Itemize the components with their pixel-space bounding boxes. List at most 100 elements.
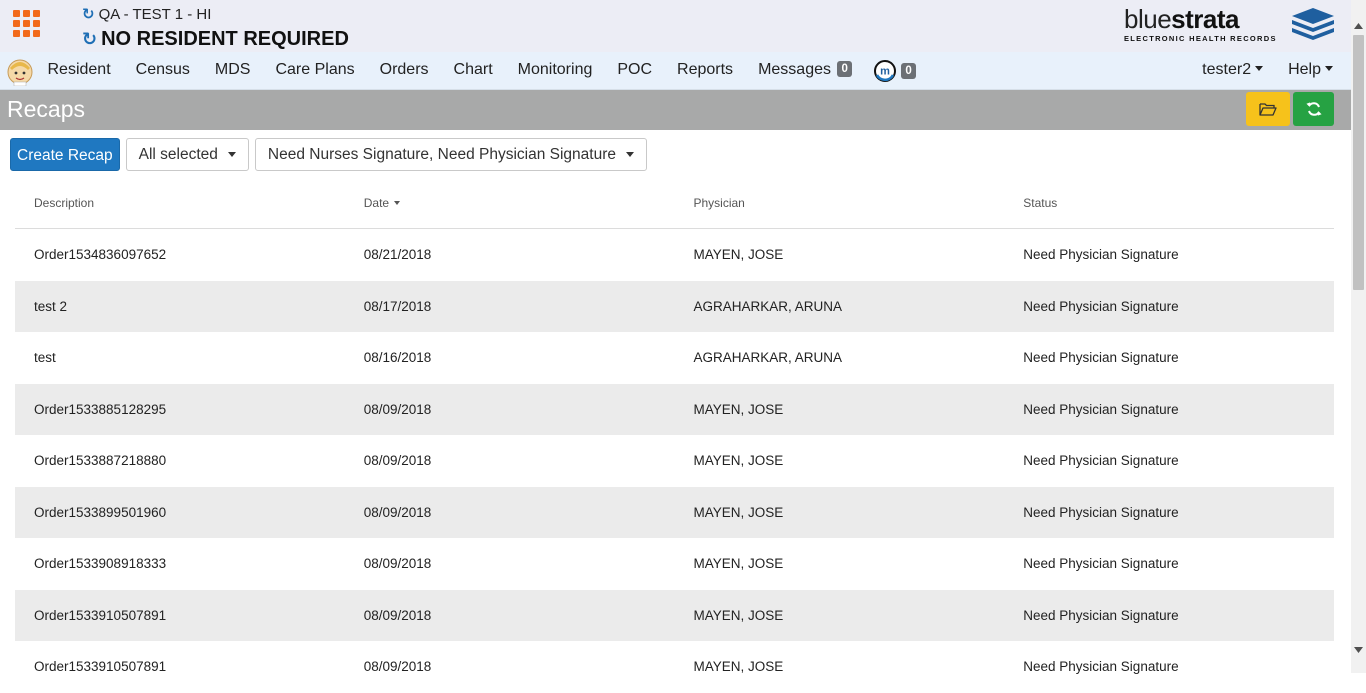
nav-items: Resident Census MDS Care Plans Orders Ch… <box>35 52 926 90</box>
page-title-bar: Recaps <box>0 90 1351 130</box>
nav-reports[interactable]: Reports <box>665 52 746 90</box>
main-navbar: Resident Census MDS Care Plans Orders Ch… <box>0 52 1351 90</box>
cell-status: Need Physician Signature <box>1023 350 1179 366</box>
filter-all-label: All selected <box>138 146 218 163</box>
filter-status-label: Need Nurses Signature, Need Physician Si… <box>267 146 616 163</box>
cell-status: Need Physician Signature <box>1023 659 1179 675</box>
nurse-avatar-icon[interactable] <box>6 56 34 86</box>
table-row[interactable]: Order1533885128295 08/09/2018 MAYEN, JOSE N… <box>15 383 1334 435</box>
cell-status: Need Physician Signature <box>1023 504 1179 520</box>
cell-physician: MAYEN, JOSE <box>693 401 784 417</box>
cell-status: Need Physician Signature <box>1023 247 1179 263</box>
cell-status: Need Physician Signature <box>1023 401 1179 417</box>
table-body: Order1534836097652 08/21/2018 MAYEN, JOSE N… <box>15 229 1334 693</box>
column-header-description[interactable]: Description <box>15 178 345 228</box>
scroll-up-arrow-icon[interactable] <box>1351 18 1366 33</box>
folder-open-icon <box>1259 103 1277 116</box>
messages-count-badge: 0 <box>837 61 852 77</box>
cell-description: Order1533910507891 <box>34 607 167 623</box>
layers-icon <box>1292 8 1334 40</box>
column-header-date[interactable]: Date <box>345 178 675 228</box>
refresh-icon[interactable]: ↻ <box>82 5 95 23</box>
nav-poc[interactable]: POC <box>605 52 665 90</box>
cell-date: 08/21/2018 <box>363 247 432 263</box>
facility-name: QA - TEST 1 - HI <box>98 5 212 23</box>
nav-mds[interactable]: MDS <box>202 52 263 90</box>
refresh-icon <box>1305 102 1322 116</box>
m-messages-icon: m <box>874 60 897 82</box>
cell-status: Need Physician Signature <box>1023 556 1179 572</box>
scroll-down-arrow-icon[interactable] <box>1351 642 1366 657</box>
refresh-button[interactable] <box>1293 92 1334 126</box>
cell-date: 08/09/2018 <box>363 659 432 675</box>
cell-date: 08/09/2018 <box>363 607 432 623</box>
apps-grid-icon[interactable] <box>13 10 41 38</box>
nav-monitoring[interactable]: Monitoring <box>505 52 605 90</box>
cell-physician: MAYEN, JOSE <box>693 504 784 520</box>
cell-description: Order1533885128295 <box>34 401 167 417</box>
cell-description: test 2 <box>34 298 68 314</box>
cell-date: 08/17/2018 <box>363 298 432 314</box>
nav-chart[interactable]: Chart <box>441 52 505 90</box>
cell-status: Need Physician Signature <box>1023 607 1179 623</box>
svg-text:m: m <box>880 66 890 78</box>
cell-physician: AGRAHARKAR, ARUNA <box>693 350 843 366</box>
table-row[interactable]: Order1533908918333 08/09/2018 MAYEN, JOSE N… <box>15 538 1334 590</box>
recap-toolbar: Create Recap All selected Need Nurses Si… <box>10 138 647 171</box>
table-row[interactable]: Order1533887218880 08/09/2018 MAYEN, JOSE N… <box>15 435 1334 487</box>
cell-physician: AGRAHARKAR, ARUNA <box>693 298 843 314</box>
cell-description: Order1534836097652 <box>34 247 167 263</box>
open-folder-button[interactable] <box>1246 92 1290 126</box>
scrollbar-thumb[interactable] <box>1353 35 1364 290</box>
column-header-status[interactable]: Status <box>1004 178 1334 228</box>
user-menu[interactable]: tester2 <box>1190 52 1276 90</box>
recaps-table: Description Date Physician Status Order1… <box>15 178 1334 693</box>
cell-physician: MAYEN, JOSE <box>693 659 784 675</box>
create-recap-button[interactable]: Create Recap <box>10 138 120 171</box>
cell-date: 08/09/2018 <box>363 504 432 520</box>
m-messages-button[interactable]: m 0 <box>864 60 925 82</box>
facility-line: ↻ QA - TEST 1 - HI <box>82 5 212 24</box>
nav-care-plans[interactable]: Care Plans <box>263 52 367 90</box>
page-title: Recaps <box>7 96 85 122</box>
cell-date: 08/09/2018 <box>363 453 432 469</box>
m-count-badge: 0 <box>901 63 916 79</box>
page-scrollbar[interactable] <box>1351 0 1366 673</box>
nav-messages[interactable]: Messages 0 <box>746 52 865 90</box>
cell-description: Order1533899501960 <box>34 504 167 520</box>
nav-resident[interactable]: Resident <box>35 52 123 90</box>
table-row[interactable]: test 08/16/2018 AGRAHARKAR, ARUNA Need Phys… <box>15 332 1334 384</box>
cell-description: test <box>34 350 56 366</box>
nav-right: tester2 Help <box>1190 52 1339 90</box>
filter-dropdown-all[interactable]: All selected <box>125 138 249 171</box>
brand-name: bluestrata <box>1124 4 1239 34</box>
sort-desc-icon <box>394 201 401 205</box>
table-row[interactable]: Order1534836097652 08/21/2018 MAYEN, JOSE N… <box>15 229 1334 281</box>
cell-physician: MAYEN, JOSE <box>693 247 784 263</box>
user-name: tester2 <box>1202 61 1252 78</box>
help-menu[interactable]: Help <box>1276 52 1339 90</box>
cell-physician: MAYEN, JOSE <box>693 556 784 572</box>
brand-tagline: ELECTRONIC HEALTH RECORDS <box>1124 34 1277 43</box>
column-header-physician[interactable]: Physician <box>675 178 1005 228</box>
table-row[interactable]: test 2 08/17/2018 AGRAHARKAR, ARUNA Need Ph… <box>15 280 1334 332</box>
table-row[interactable]: Order1533910507891 08/09/2018 MAYEN, JOSE N… <box>15 641 1334 693</box>
refresh-icon[interactable]: ↻ <box>82 29 97 50</box>
cell-status: Need Physician Signature <box>1023 298 1179 314</box>
table-header: Description Date Physician Status <box>15 178 1334 229</box>
cell-description: Order1533908918333 <box>34 556 167 572</box>
cell-physician: MAYEN, JOSE <box>693 453 784 469</box>
chevron-down-icon <box>626 152 634 157</box>
cell-date: 08/09/2018 <box>363 401 432 417</box>
chevron-down-icon <box>1325 66 1333 71</box>
table-row[interactable]: Order1533899501960 08/09/2018 MAYEN, JOSE N… <box>15 486 1334 538</box>
nav-census[interactable]: Census <box>123 52 202 90</box>
cell-status: Need Physician Signature <box>1023 453 1179 469</box>
resident-name: NO RESIDENT REQUIRED <box>101 28 349 50</box>
chevron-down-icon <box>227 152 236 157</box>
cell-date: 08/16/2018 <box>363 350 432 366</box>
table-row[interactable]: Order1533910507891 08/09/2018 MAYEN, JOSE N… <box>15 589 1334 641</box>
filter-dropdown-status[interactable]: Need Nurses Signature, Need Physician Si… <box>254 138 647 171</box>
cell-description: Order1533887218880 <box>34 453 167 469</box>
nav-orders[interactable]: Orders <box>367 52 441 90</box>
